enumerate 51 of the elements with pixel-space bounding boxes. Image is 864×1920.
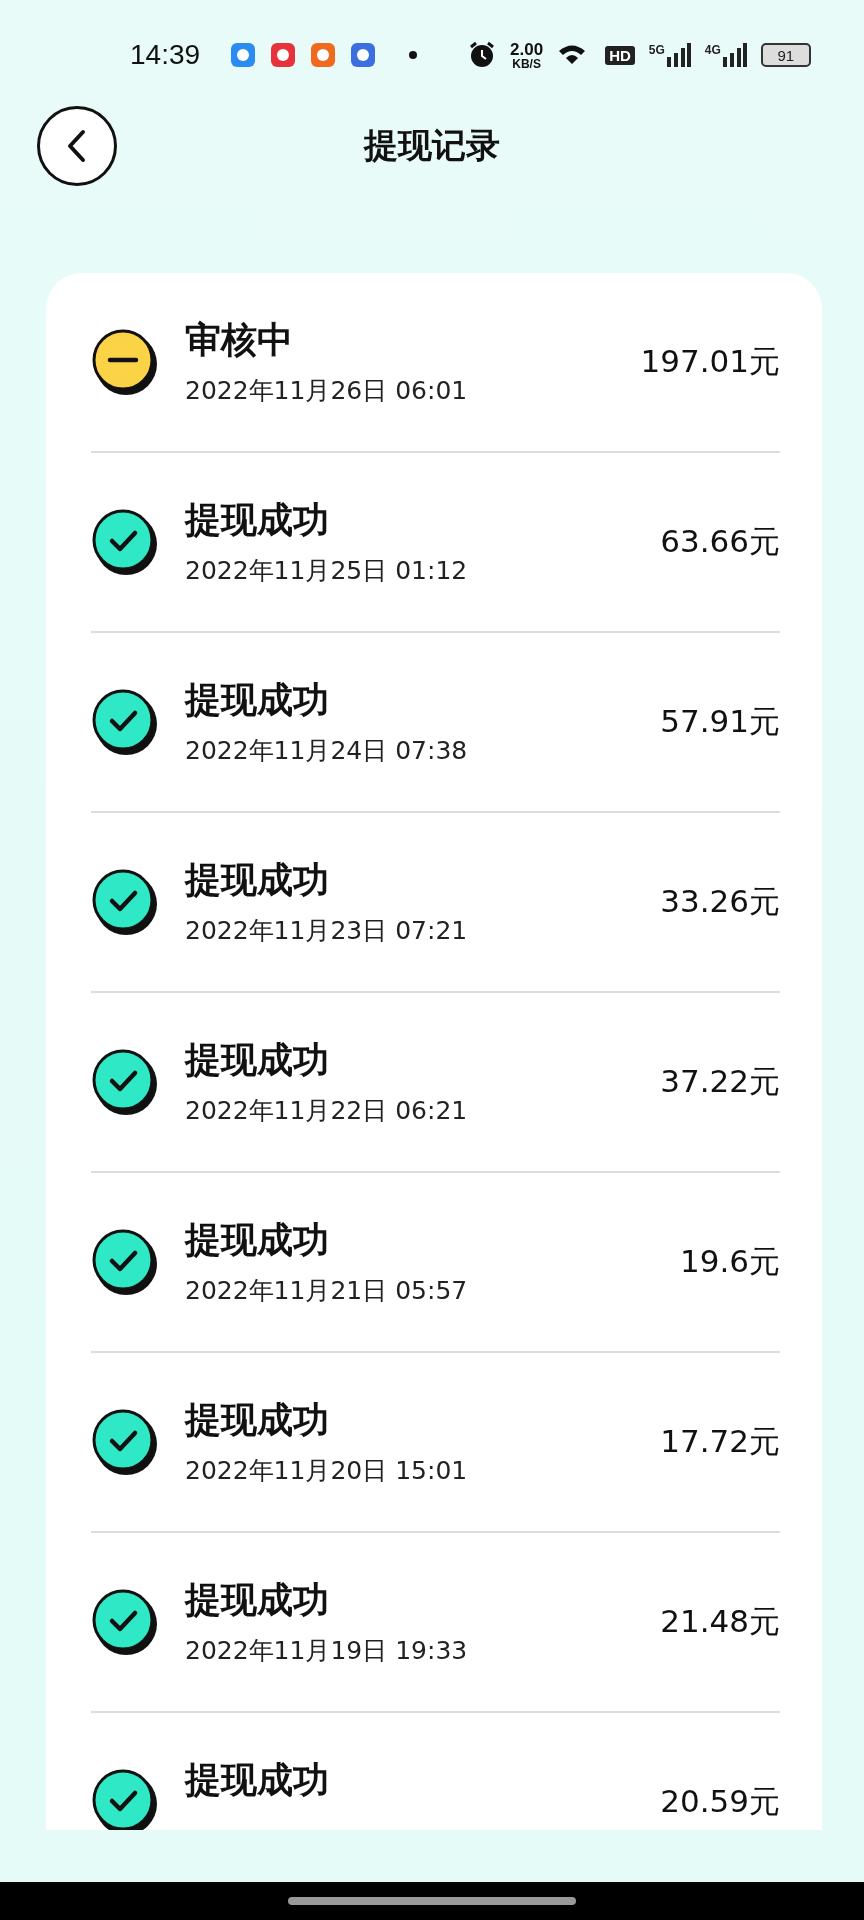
- check-circle-icon: [91, 1048, 159, 1116]
- check-circle-icon: [91, 688, 159, 756]
- record-amount: 57.91元: [660, 702, 780, 741]
- check-circle-icon: [91, 1588, 159, 1656]
- record-amount: 19.6元: [679, 1242, 780, 1281]
- check-circle-icon: [91, 1768, 159, 1830]
- record-date: 2022年11月26日 06:01: [185, 375, 469, 406]
- record-amount: 21.48元: [660, 1602, 780, 1641]
- battery-level: 91: [760, 43, 811, 67]
- check-circle-icon: [91, 1228, 159, 1296]
- record-status: 提现成功: [185, 678, 330, 722]
- signal-icon: [722, 43, 747, 67]
- page-title: 提现记录: [364, 124, 500, 167]
- record-status: 提现成功: [185, 498, 330, 542]
- record-amount: 197.01元: [640, 342, 780, 381]
- record-date: 2022年11月24日 07:38: [185, 735, 469, 766]
- notification-app-icon: [230, 42, 257, 68]
- check-circle-icon: [91, 868, 159, 936]
- record-status: 提现成功: [185, 1758, 330, 1802]
- record-status: 提现成功: [185, 1038, 330, 1082]
- record-status: 提现成功: [185, 858, 330, 902]
- record-status: 审核中: [185, 318, 294, 362]
- notification-app-icon: [310, 42, 337, 68]
- record-amount: 17.72元: [660, 1422, 780, 1461]
- record-date: 2022年11月22日 06:21: [185, 1095, 469, 1126]
- alarm-icon: [468, 41, 497, 69]
- record-status: 提现成功: [185, 1218, 330, 1262]
- record-amount: 20.59元: [660, 1782, 780, 1821]
- record-amount: 63.66元: [660, 522, 780, 561]
- network-type: 4G: [704, 43, 721, 57]
- record-date: 2022年11月21日 05:57: [185, 1275, 469, 1306]
- notification-app-icon: [270, 42, 297, 68]
- check-circle-icon: [91, 508, 159, 576]
- network-type: 5G: [648, 43, 665, 57]
- record-date: 2022年11月23日 07:21: [185, 915, 469, 946]
- notification-app-icon: [350, 42, 377, 68]
- record-date: 2022年11月20日 15:01: [185, 1455, 469, 1486]
- net-speed-unit: KB/S: [512, 57, 541, 70]
- hd-badge: HD: [605, 45, 635, 65]
- signal-icon: [666, 43, 691, 67]
- status-time: 14:39: [130, 39, 201, 71]
- check-circle-icon: [91, 1408, 159, 1476]
- record-status: 提现成功: [185, 1398, 330, 1442]
- record-date: 2022年11月19日 19:33: [185, 1635, 469, 1666]
- record-date: 2022年11月25日 01:12: [185, 555, 469, 586]
- dot-icon: [408, 50, 419, 60]
- minus-circle-icon: [91, 328, 159, 396]
- record-amount: 33.26元: [660, 882, 780, 921]
- record-status: 提现成功: [185, 1578, 330, 1622]
- record-amount: 37.22元: [660, 1062, 780, 1101]
- net-speed: 2.00: [510, 40, 544, 58]
